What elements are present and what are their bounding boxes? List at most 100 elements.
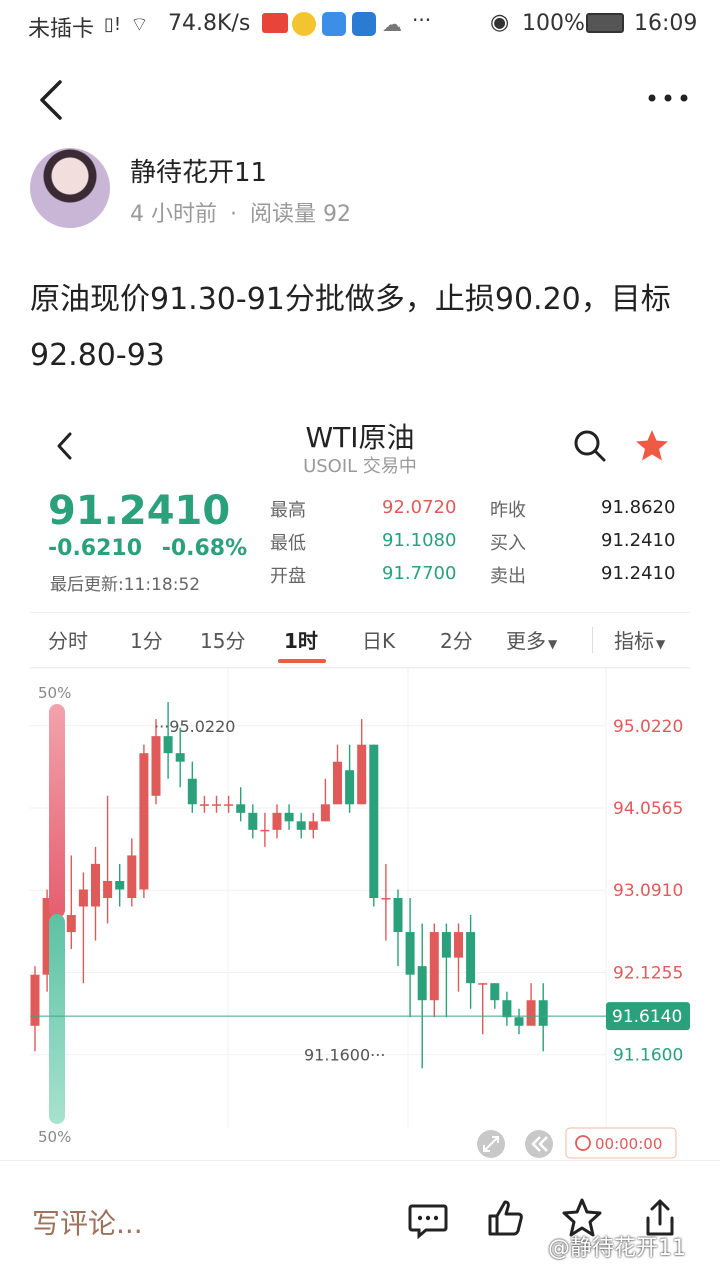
fullscreen-icon[interactable] [477, 1130, 505, 1158]
candle-body [393, 898, 403, 933]
candle-body [224, 804, 234, 806]
y-tick-label: 92.1255 [613, 963, 683, 983]
bid-value: 91.2410 [601, 530, 676, 551]
tab-1min[interactable]: 1分 [130, 625, 163, 654]
candle [175, 727, 185, 788]
bid-label: 买入 [490, 533, 526, 554]
back-arrow-icon[interactable] [34, 78, 68, 122]
favorite-star-icon[interactable] [634, 428, 670, 464]
candle [526, 983, 536, 1026]
candle [248, 804, 258, 839]
candle-body [248, 812, 258, 830]
price-change: -0.6210 -0.68% [48, 536, 247, 561]
candle [381, 863, 391, 941]
candle-body [526, 1000, 536, 1026]
tab-more[interactable]: 更多 ▼ [506, 625, 557, 654]
toutiao-icon [262, 13, 288, 39]
watermark: @静待花开11 [548, 1236, 686, 1261]
comment-input[interactable]: 写评论... [32, 1202, 143, 1242]
candle [308, 812, 318, 839]
candle [296, 812, 306, 839]
candle-body [212, 804, 221, 806]
low-value: 91.1080 [382, 530, 457, 551]
candle [103, 795, 113, 924]
short-ratio-bar [49, 914, 65, 1124]
timeframe-tabs: 分时 1分 15分 1时 日K 2分 更多 ▼ 指标 ▼ [30, 612, 690, 668]
candle-body [502, 1000, 512, 1018]
candle-body [66, 915, 76, 933]
tab-daily[interactable]: 日K [362, 625, 395, 654]
candle [333, 744, 342, 805]
current-price-tag-text: 91.6140 [612, 1007, 682, 1027]
candle-body [296, 821, 306, 830]
candle-body [417, 966, 427, 1001]
low-marker: 91.1600··· [304, 1046, 385, 1065]
browser-icon [322, 12, 346, 42]
candlestick-chart[interactable]: 95.022094.056593.091092.125591.1600 50% … [0, 668, 720, 1160]
comment-icon[interactable] [406, 1198, 450, 1242]
candle [514, 1008, 524, 1035]
post-meta: 4 小时前 · 阅读量 92 [130, 202, 351, 227]
countdown-timer[interactable]: 00:00:00 [565, 1127, 677, 1159]
tab-more-label: 更多 [506, 629, 546, 653]
more-notifications-icon: ··· [412, 8, 432, 32]
candle [478, 983, 488, 1035]
search-icon[interactable] [572, 428, 608, 464]
candle-body [139, 753, 149, 890]
candle [30, 966, 40, 1052]
candle-body [429, 932, 439, 1001]
high-value: 92.0720 [382, 497, 457, 518]
caret-down-icon: ▼ [548, 637, 558, 651]
more-options-icon[interactable] [644, 90, 692, 106]
candle-body [466, 932, 476, 984]
like-icon[interactable] [484, 1196, 528, 1240]
ask-value: 91.2410 [601, 563, 676, 584]
candle [224, 795, 234, 813]
wifi-icon: ⌔ [130, 12, 149, 36]
cloud-icon: ☁ [382, 12, 402, 36]
candle-body [441, 932, 451, 958]
ratio-bottom-label: 50% [38, 1128, 71, 1146]
tab-timeshare[interactable]: 分时 [48, 625, 88, 654]
active-tab-indicator [278, 659, 326, 663]
ask-label: 卖出 [490, 566, 526, 587]
candle-body [320, 804, 330, 822]
candle-body [345, 770, 355, 805]
candle [163, 702, 173, 779]
rewind-icon[interactable] [525, 1130, 553, 1158]
author-name[interactable]: 静待花开11 [130, 152, 267, 189]
candle [345, 744, 355, 813]
prev-close-value: 91.8620 [601, 497, 676, 518]
open-value: 91.7700 [382, 563, 457, 584]
candle-body [333, 761, 342, 805]
candle [538, 983, 548, 1052]
change-percent: -0.68% [161, 536, 248, 561]
candle-body [127, 855, 137, 898]
candle [212, 795, 221, 813]
candle-body [199, 804, 209, 806]
candle-body [538, 1000, 548, 1026]
candle-body [103, 880, 113, 898]
current-price: 91.2410 [48, 488, 231, 534]
candle-body [357, 744, 367, 805]
weather-icon [352, 12, 376, 42]
candle-body [91, 863, 100, 907]
tab-indicators[interactable]: 指标 ▼ [614, 625, 665, 654]
avatar[interactable] [30, 148, 110, 228]
tab-15min[interactable]: 15分 [200, 625, 245, 654]
post-time: 4 小时前 [130, 202, 217, 227]
candle-body [151, 736, 161, 796]
candle [139, 744, 149, 898]
open-label: 开盘 [270, 566, 306, 587]
candle-body [272, 812, 282, 830]
candle-body [187, 778, 197, 805]
tab-2min[interactable]: 2分 [440, 625, 473, 654]
last-updated: 最后更新:11:18:52 [50, 575, 201, 595]
candle-body [478, 983, 488, 985]
candle [260, 812, 270, 847]
post-body: 原油现价91.30-91分批做多，止损90.20，目标92.80-93 [30, 282, 671, 373]
candle [199, 795, 209, 813]
candle [393, 889, 403, 967]
candle [127, 838, 137, 907]
tab-1hour[interactable]: 1时 [284, 625, 318, 654]
